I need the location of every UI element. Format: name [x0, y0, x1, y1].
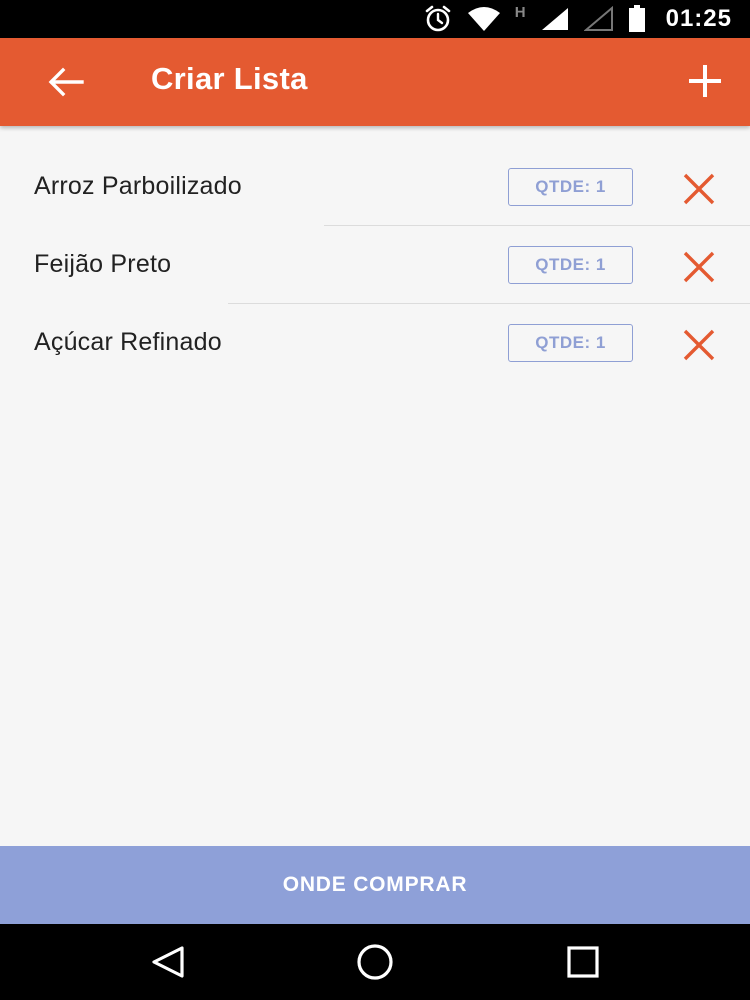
- alarm-icon: [423, 4, 453, 34]
- quantity-button[interactable]: QTDE: 1: [508, 246, 633, 284]
- square-recents-icon: [567, 946, 599, 978]
- circle-home-icon: [357, 944, 393, 980]
- add-item-button[interactable]: [682, 58, 728, 104]
- divider: [228, 303, 750, 304]
- status-time: 01:25: [665, 5, 732, 32]
- remove-item-button[interactable]: [680, 326, 718, 364]
- battery-icon: [628, 5, 646, 33]
- item-name: Feijão Preto: [34, 250, 172, 278]
- remove-item-button[interactable]: [680, 248, 718, 286]
- plus-icon: [689, 65, 721, 97]
- status-bar: H 01:25: [0, 0, 750, 38]
- item-name: Arroz Parboilizado: [34, 172, 242, 200]
- onde-comprar-button[interactable]: ONDE COMPRAR: [0, 846, 750, 924]
- page-title: Criar Lista: [151, 61, 308, 96]
- quantity-button[interactable]: QTDE: 1: [508, 324, 633, 362]
- close-icon: [683, 173, 715, 205]
- screen: H 01:25 Criar Lista Arroz Parboilizado Q…: [0, 0, 750, 1000]
- wifi-icon: [467, 6, 501, 32]
- nav-recents-button[interactable]: [563, 942, 603, 982]
- divider: [324, 225, 750, 226]
- remove-item-button[interactable]: [680, 170, 718, 208]
- navigation-bar: [0, 924, 750, 1000]
- app-bar: Criar Lista: [0, 38, 750, 126]
- item-name: Açúcar Refinado: [34, 328, 222, 356]
- list-item: Açúcar Refinado QTDE: 1: [0, 306, 750, 382]
- network-type: H: [514, 3, 526, 21]
- back-button[interactable]: [44, 60, 88, 104]
- list-item: Feijão Preto QTDE: 1: [0, 228, 750, 304]
- quantity-button[interactable]: QTDE: 1: [508, 168, 633, 206]
- list-item: Arroz Parboilizado QTDE: 1: [0, 150, 750, 226]
- signal-empty-icon: [583, 6, 614, 32]
- triangle-back-icon: [152, 946, 184, 978]
- arrow-left-icon: [48, 67, 84, 97]
- signal-icon: [540, 6, 570, 32]
- close-icon: [683, 251, 715, 283]
- nav-back-button[interactable]: [148, 942, 188, 982]
- nav-home-button[interactable]: [355, 942, 395, 982]
- close-icon: [683, 329, 715, 361]
